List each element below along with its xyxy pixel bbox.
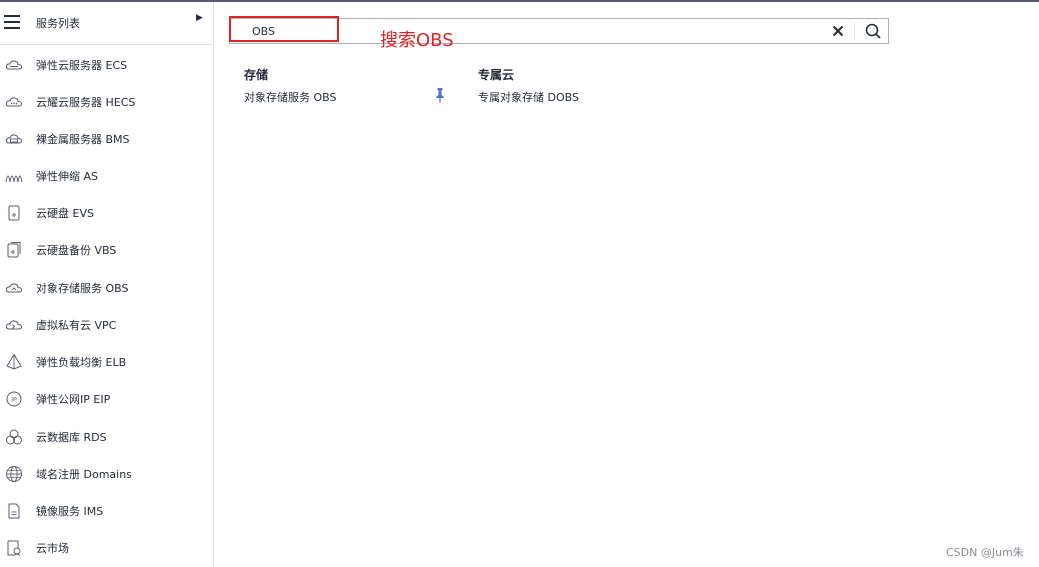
sidebar-item-bms[interactable]: 裸金属服务器 BMS	[0, 121, 213, 157]
sidebar-item-label: 虚拟私有云 VPC	[36, 319, 117, 332]
cloud-dots-icon	[5, 93, 23, 111]
result-item-dobs[interactable]: 专属对象存储 DOBS	[478, 89, 579, 105]
menu-icon[interactable]	[4, 15, 20, 29]
sidebar-item-hecs[interactable]: 云耀云服务器 HECS	[0, 84, 213, 120]
cloud-server-icon	[5, 56, 23, 74]
auto-scaling-icon	[5, 167, 23, 185]
sidebar-item-label: 弹性云服务器 ECS	[36, 59, 128, 72]
object-storage-icon	[5, 279, 23, 297]
disk-backup-icon	[5, 241, 23, 259]
database-icon	[5, 428, 23, 446]
result-category-storage: 存储	[244, 68, 269, 82]
sidebar-item-label: 云硬盘备份 VBS	[36, 244, 117, 257]
svg-text:IP: IP	[11, 396, 17, 404]
sidebar-item-marketplace[interactable]: 云市场	[0, 530, 213, 566]
result-item-obs[interactable]: 对象存储服务 OBS	[244, 89, 337, 105]
sidebar-item-label: 弹性公网IP EIP	[36, 393, 111, 406]
divider	[0, 44, 213, 45]
sidebar-item-elb[interactable]: 弹性负载均衡 ELB	[0, 344, 213, 380]
watermark: CSDN @Jum朱	[946, 546, 1024, 559]
pin-icon[interactable]	[434, 87, 446, 103]
globe-icon	[5, 465, 23, 483]
sidebar-item-obs[interactable]: 对象存储服务 OBS	[0, 270, 213, 306]
vpc-cloud-icon	[5, 316, 23, 334]
sidebar-item-ecs[interactable]: 弹性云服务器 ECS	[0, 47, 213, 83]
sidebar-item-evs[interactable]: 云硬盘 EVS	[0, 195, 213, 231]
disk-icon	[5, 204, 23, 222]
sidebar-item-label: 对象存储服务 OBS	[36, 282, 129, 295]
sidebar-item-as[interactable]: 弹性伸缩 AS	[0, 158, 213, 194]
sidebar-item-domains[interactable]: 域名注册 Domains	[0, 456, 213, 492]
image-file-icon	[5, 502, 23, 520]
sidebar-item-label: 云市场	[36, 542, 69, 555]
sidebar-item-label: 镜像服务 IMS	[36, 505, 104, 518]
sidebar-item-label: 云数据库 RDS	[36, 431, 107, 444]
sidebar-item-label: 域名注册 Domains	[36, 468, 132, 481]
sidebar-item-ims[interactable]: 镜像服务 IMS	[0, 493, 213, 529]
sidebar-item-vpc[interactable]: 虚拟私有云 VPC	[0, 307, 213, 343]
marketplace-icon	[5, 539, 23, 557]
result-category-dedicated-cloud: 专属云	[478, 68, 515, 82]
search-icon[interactable]	[863, 21, 883, 41]
service-list-title: 服务列表	[36, 17, 80, 30]
sidebar-item-vbs[interactable]: 云硬盘备份 VBS	[0, 232, 213, 268]
annotation-text: 搜索OBS	[380, 30, 454, 51]
sidebar-item-label: 云硬盘 EVS	[36, 207, 94, 220]
sidebar-item-label: 弹性伸缩 AS	[36, 170, 99, 183]
divider	[854, 23, 855, 39]
clear-icon[interactable]	[829, 22, 847, 40]
bare-metal-icon	[5, 130, 23, 148]
sidebar-item-label: 裸金属服务器 BMS	[36, 133, 130, 146]
sidebar: 服务列表 ▶ 弹性云服务器 ECS 云耀云服务器 HECS 裸金属服务器 BMS…	[0, 2, 214, 567]
expand-arrow-icon[interactable]: ▶	[196, 13, 203, 23]
sidebar-item-label: 弹性负载均衡 ELB	[36, 356, 127, 369]
sidebar-item-eip[interactable]: IP 弹性公网IP EIP	[0, 381, 213, 417]
load-balancer-icon	[5, 353, 23, 371]
annotation-highlight-box	[229, 16, 339, 42]
sidebar-item-rds[interactable]: 云数据库 RDS	[0, 419, 213, 455]
sidebar-item-label: 云耀云服务器 HECS	[36, 96, 136, 109]
ip-icon: IP	[5, 390, 23, 408]
service-list-header[interactable]: 服务列表 ▶	[0, 2, 213, 42]
